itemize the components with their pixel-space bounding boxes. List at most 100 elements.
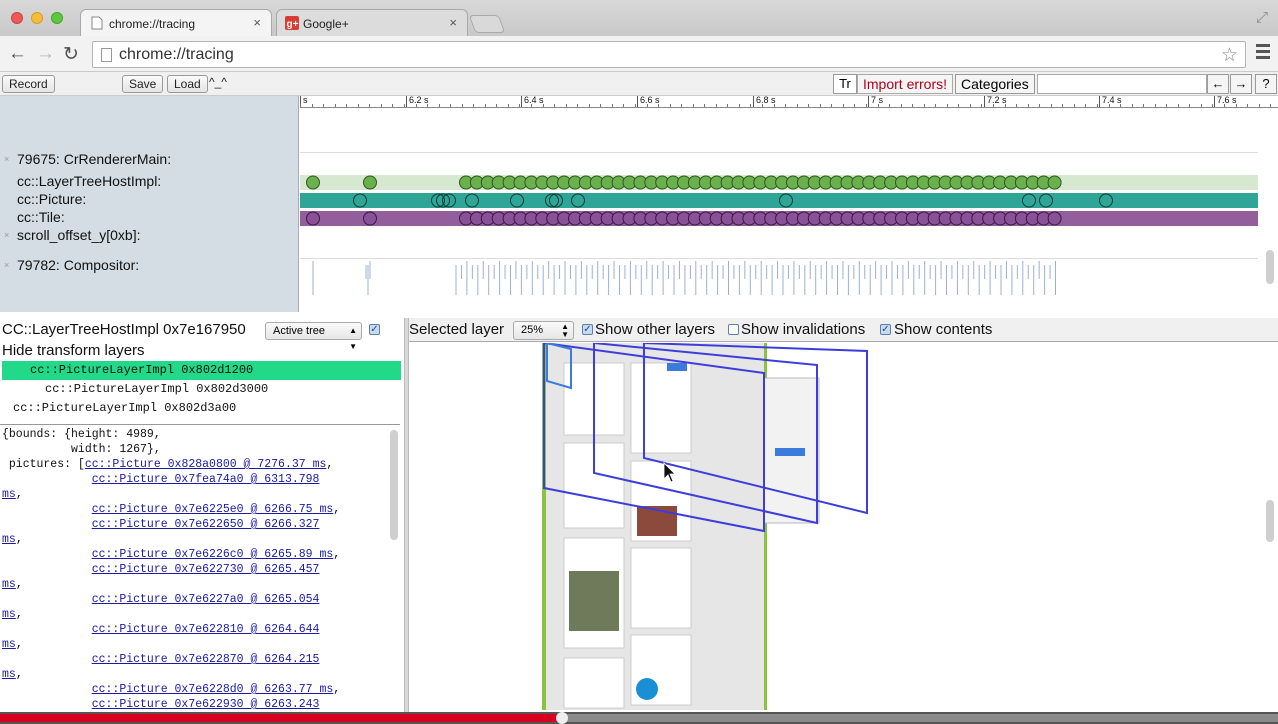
ruler-minor-tick [1085, 104, 1087, 107]
detail-line: ms, [2, 608, 23, 621]
picture-link[interactable]: cc::Picture 0x7e6226c0 @ 6265.89 ms [92, 548, 334, 561]
collapse-icon[interactable]: × [4, 154, 9, 164]
ruler-tick: 6.2 s [406, 96, 429, 107]
collapse-icon[interactable]: × [4, 230, 9, 240]
back-icon[interactable]: ← [8, 43, 27, 65]
collapse-icon[interactable]: × [4, 260, 9, 270]
ruler-minor-tick [993, 104, 994, 107]
detail-line: cc::Picture 0x7fea74a0 @ 6313.798 [2, 473, 320, 486]
picture-link[interactable]: cc::Picture 0x828a0800 @ 7276.37 ms [85, 458, 327, 471]
ruler-minor-tick [865, 104, 867, 107]
video-progress-bar[interactable] [0, 712, 1278, 724]
picture-link[interactable]: cc::Picture 0x7e6225e0 @ 6266.75 ms [92, 503, 334, 516]
find-previous-button[interactable]: ← [1207, 74, 1229, 94]
menu-icon[interactable] [1256, 44, 1270, 60]
layer-viewer-scrollbar[interactable] [1266, 500, 1274, 542]
ruler-minor-tick [1039, 104, 1041, 107]
ruler-minor-tick [565, 104, 567, 107]
trace-event [510, 193, 524, 208]
ruler-minor-tick [1131, 104, 1133, 107]
track-label: cc::Tile: [17, 209, 65, 225]
layertreehostimpl-track[interactable] [300, 175, 1258, 190]
ruler-minor-tick [773, 104, 775, 107]
record-button[interactable]: Record [2, 75, 55, 93]
ruler-minor-tick [369, 104, 371, 107]
fullscreen-icon[interactable]: ⤢ [1256, 9, 1268, 26]
show-contents-checkbox[interactable]: ✓ [880, 324, 891, 335]
url-text[interactable]: chrome://tracing [119, 46, 234, 64]
ruler-minor-tick [969, 104, 971, 107]
show-invalidations-label: Show invalidations [741, 321, 866, 338]
new-tab-button[interactable] [468, 15, 506, 33]
picture-link[interactable]: ms [2, 638, 16, 651]
forward-icon[interactable]: → [36, 43, 55, 65]
picture-link[interactable]: cc::Picture 0x7e622870 @ 6264.215 [92, 653, 320, 666]
ruler-minor-tick [1235, 104, 1237, 107]
ruler-tick: 6.4 s [521, 96, 544, 107]
detail-line: cc::Picture 0x7e622810 @ 6264.644 [2, 623, 320, 636]
show-contents-label: Show contents [894, 321, 993, 338]
load-button[interactable]: Load [167, 75, 208, 93]
ruler-tick: 7.6 s [1214, 96, 1237, 107]
hide-transform-checkbox[interactable]: ✓ [369, 324, 380, 335]
picture-link[interactable]: ms [2, 488, 16, 501]
reload-icon[interactable]: ↻ [63, 43, 79, 66]
ruler-tick: 6.6 s [637, 96, 660, 107]
trace-event [1099, 193, 1113, 208]
picture-link[interactable]: cc::Picture 0x7e622650 @ 6266.327 [92, 518, 320, 531]
ruler-minor-tick [496, 104, 498, 107]
address-bar[interactable]: chrome://tracing ☆ [92, 41, 1246, 68]
picture-link[interactable]: cc::Picture 0x7e6227a0 @ 6265.054 [92, 593, 320, 606]
search-input[interactable] [1037, 74, 1207, 94]
minimize-window-button[interactable] [31, 12, 43, 24]
import-errors-button[interactable]: Import errors! [857, 74, 954, 94]
show-other-layers-checkbox[interactable]: ✓ [582, 324, 593, 335]
detail-line: ms, [2, 638, 23, 651]
timeline-scrollbar[interactable] [1266, 250, 1274, 284]
ruler-minor-tick [854, 104, 856, 107]
trace-event [1022, 193, 1036, 208]
bookmark-star-icon[interactable]: ☆ [1221, 44, 1238, 67]
show-invalidations-checkbox[interactable] [728, 324, 739, 335]
layer-viewer-canvas[interactable] [409, 343, 1278, 710]
picture-link[interactable]: ms [2, 578, 16, 591]
tab-google-plus[interactable]: g+ Google+ × [276, 9, 468, 36]
progress-knob[interactable] [556, 712, 569, 724]
details-scrollbar[interactable] [390, 430, 398, 540]
track-icon[interactable]: Tr [833, 74, 857, 94]
find-next-button[interactable]: → [1230, 74, 1252, 94]
picture-track[interactable] [300, 193, 1258, 208]
picture-link[interactable]: cc::Picture 0x7e622730 @ 6265.457 [92, 563, 320, 576]
picture-link[interactable]: cc::Picture 0x7e622930 @ 6263.243 [92, 698, 320, 710]
help-button[interactable]: ? [1255, 74, 1277, 94]
zoom-select[interactable]: 25% ▲ ▼ [513, 321, 574, 340]
picture-link[interactable]: cc::Picture 0x7e622810 @ 6264.644 [92, 623, 320, 636]
ruler-tick: 6.8 s [753, 96, 776, 107]
close-tab-icon[interactable]: × [253, 15, 261, 30]
svg-text:g+: g+ [287, 19, 299, 30]
ruler-minor-tick [484, 104, 486, 107]
save-button[interactable]: Save [122, 75, 164, 93]
picture-link[interactable]: cc::Picture 0x7e6228d0 @ 6263.77 ms [92, 683, 334, 696]
categories-button[interactable]: Categories [955, 74, 1035, 94]
picture-link[interactable]: ms [2, 533, 16, 546]
ruler-minor-tick [577, 104, 579, 107]
close-tab-icon[interactable]: × [449, 15, 457, 30]
zoom-window-button[interactable] [51, 12, 63, 24]
tree-select[interactable]: Active tree ▲ ▼ [265, 322, 362, 351]
layer-item[interactable]: cc::PictureLayerImpl 0x802d3a00 [2, 399, 401, 418]
layer-3d-view[interactable] [409, 343, 1278, 710]
timeline-canvas[interactable]: s 6.2 s 6.4 s 6.6 s 6.8 s 7 s 7.2 s 7.4 … [300, 96, 1278, 312]
selected-layer-label: Selected layer [409, 321, 505, 338]
compositor-track[interactable] [300, 259, 1258, 297]
layer-item[interactable]: cc::PictureLayerImpl 0x802d3000 [2, 380, 401, 399]
close-window-button[interactable] [11, 12, 23, 24]
picture-link[interactable]: ms [2, 608, 16, 621]
picture-link[interactable]: cc::Picture 0x7fea74a0 @ 6313.798 [92, 473, 320, 486]
tile-track[interactable] [300, 211, 1258, 226]
timeline-labels: × 79675: CrRendererMain: cc::LayerTreeHo… [0, 96, 299, 312]
tab-tracing[interactable]: chrome://tracing × [80, 9, 272, 36]
picture-link[interactable]: ms [2, 668, 16, 681]
layer-item[interactable]: cc::PictureLayerImpl 0x802d1200 [2, 361, 401, 380]
trace-event [1047, 175, 1062, 190]
